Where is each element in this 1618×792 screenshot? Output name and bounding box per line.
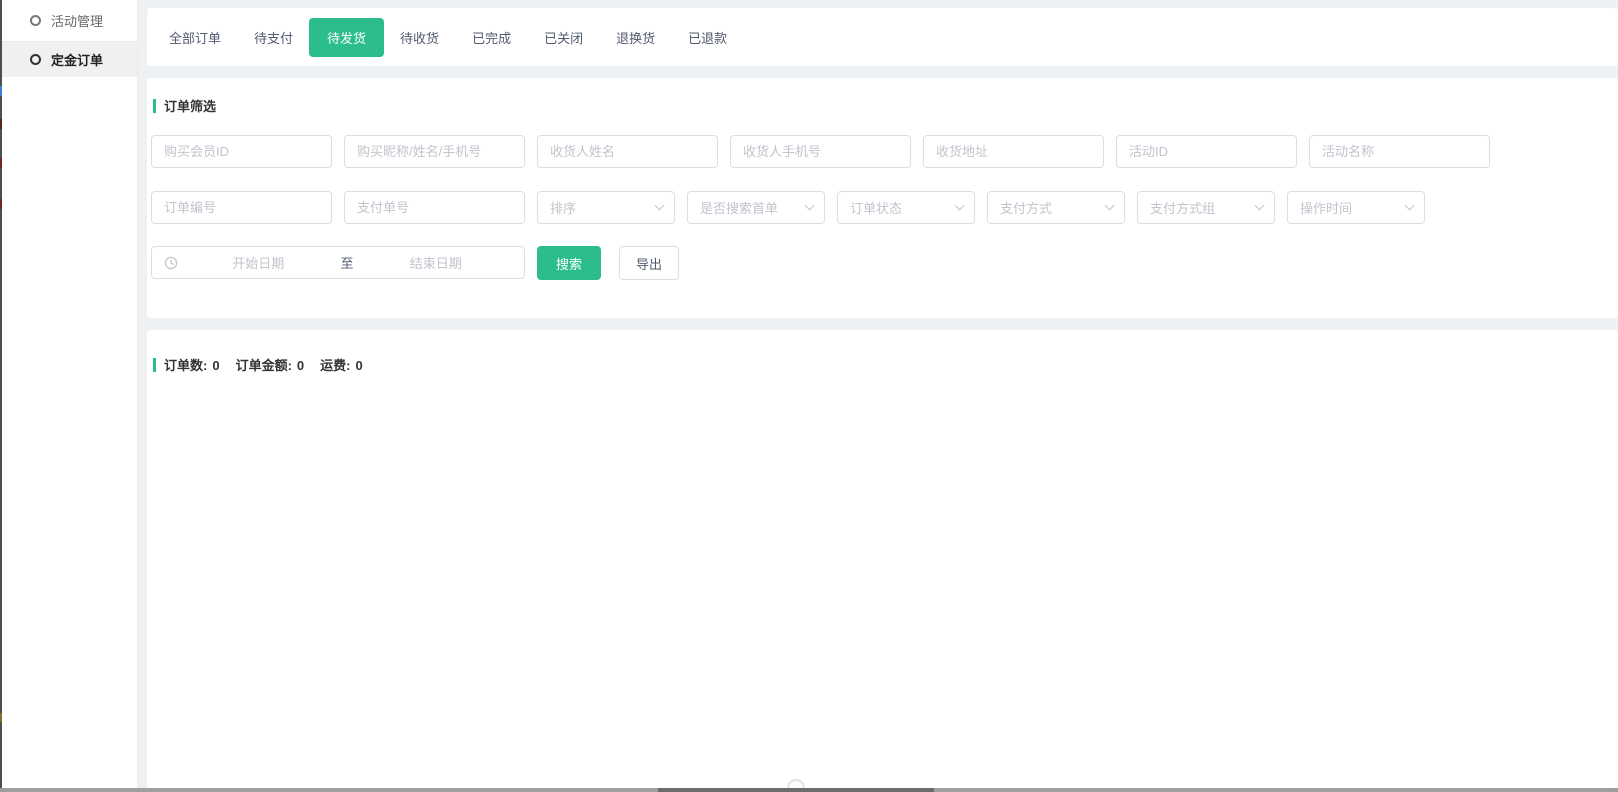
chevron-down-icon: [1255, 201, 1265, 211]
filter-row-1: [151, 135, 1502, 168]
chevron-down-icon: [805, 201, 815, 211]
edge-fragment: [0, 713, 2, 722]
radio-circle-icon: [30, 54, 41, 65]
buyer-member-id-input[interactable]: [151, 135, 332, 168]
main-content: 全部订单 待支付 待发货 待收货 已完成 已关闭 退换货 已退款 订单筛选 排序: [139, 0, 1618, 792]
section-accent-bar: [153, 358, 156, 372]
horizontal-scrollbar-thumb[interactable]: [658, 788, 934, 792]
radio-circle-icon: [30, 15, 41, 26]
activity-id-input[interactable]: [1116, 135, 1297, 168]
order-number-input[interactable]: [151, 191, 332, 224]
chevron-down-icon: [955, 201, 965, 211]
order-count-label: 订单数:: [164, 358, 207, 373]
order-amount-stat: 订单金额: 0: [236, 355, 305, 374]
tab-refunded[interactable]: 已退款: [688, 28, 727, 47]
consignee-name-input[interactable]: [537, 135, 718, 168]
edge-fragment: [0, 86, 2, 96]
select-placeholder: 支付方式: [1000, 198, 1052, 217]
tab-pending-shipment[interactable]: 待发货: [309, 18, 384, 57]
order-count-stat: 订单数: 0: [164, 355, 220, 374]
chevron-down-icon: [1405, 201, 1415, 211]
order-amount-value: 0: [297, 358, 304, 373]
select-placeholder: 订单状态: [850, 198, 902, 217]
consignee-phone-input[interactable]: [730, 135, 911, 168]
select-placeholder: 排序: [550, 198, 576, 217]
end-date-placeholder: 结束日期: [358, 253, 515, 272]
date-range-separator: 至: [337, 253, 358, 272]
sidebar-item-label: 定金订单: [51, 50, 103, 69]
chevron-down-icon: [655, 201, 665, 211]
filter-section-header: 订单筛选: [153, 96, 216, 115]
date-range-picker[interactable]: 开始日期 至 结束日期: [151, 246, 525, 279]
select-placeholder: 是否搜索首单: [700, 198, 778, 217]
left-edge-strip: [0, 0, 2, 792]
sidebar-item-activity-management[interactable]: 活动管理: [2, 0, 137, 42]
filter-row-2: 排序 是否搜索首单 订单状态 支付方式 支付方式组 操作时间: [151, 191, 1437, 224]
payment-method-group-select[interactable]: 支付方式组: [1137, 191, 1275, 224]
start-date-placeholder: 开始日期: [180, 253, 337, 272]
order-amount-label: 订单金额:: [236, 358, 292, 373]
tab-closed[interactable]: 已关闭: [544, 28, 583, 47]
tab-pending-payment[interactable]: 待支付: [254, 28, 293, 47]
edge-fragment: [0, 158, 2, 168]
shipping-fee-value: 0: [356, 358, 363, 373]
operation-time-select[interactable]: 操作时间: [1287, 191, 1425, 224]
edge-fragment: [0, 199, 2, 209]
tab-pending-receipt[interactable]: 待收货: [400, 28, 439, 47]
shipping-address-input[interactable]: [923, 135, 1104, 168]
order-status-tabbar: 全部订单 待支付 待发货 待收货 已完成 已关闭 退换货 已退款: [147, 8, 1618, 66]
payment-method-select[interactable]: 支付方式: [987, 191, 1125, 224]
sidebar-item-deposit-orders[interactable]: 定金订单: [2, 42, 137, 77]
export-button[interactable]: 导出: [619, 246, 679, 280]
tab-all-orders[interactable]: 全部订单: [169, 28, 221, 47]
sidebar: 活动管理 定金订单: [2, 0, 138, 792]
order-status-select[interactable]: 订单状态: [837, 191, 975, 224]
order-results-panel: 订单数: 0 订单金额: 0 运费: 0: [147, 330, 1618, 788]
chevron-down-icon: [1105, 201, 1115, 211]
select-placeholder: 支付方式组: [1150, 198, 1215, 217]
order-count-value: 0: [212, 358, 219, 373]
filter-row-3: 开始日期 至 结束日期 搜索 导出: [151, 246, 679, 280]
payment-number-input[interactable]: [344, 191, 525, 224]
shipping-fee-stat: 运费: 0: [320, 355, 363, 374]
order-filter-panel: 订单筛选 排序 是否搜索首单 订单状态: [147, 78, 1618, 318]
tab-return-exchange[interactable]: 退换货: [616, 28, 655, 47]
edge-fragment: [0, 119, 2, 129]
horizontal-scrollbar[interactable]: [0, 788, 1618, 792]
select-placeholder: 操作时间: [1300, 198, 1352, 217]
first-order-search-select[interactable]: 是否搜索首单: [687, 191, 825, 224]
section-accent-bar: [153, 99, 156, 113]
search-button[interactable]: 搜索: [537, 246, 601, 280]
filter-section-title: 订单筛选: [164, 96, 216, 115]
order-summary-bar: 订单数: 0 订单金额: 0 运费: 0: [153, 355, 379, 374]
buyer-nickname-name-phone-input[interactable]: [344, 135, 525, 168]
tab-completed[interactable]: 已完成: [472, 28, 511, 47]
shipping-fee-label: 运费:: [320, 358, 350, 373]
sidebar-item-label: 活动管理: [51, 11, 103, 30]
sort-select[interactable]: 排序: [537, 191, 675, 224]
activity-name-input[interactable]: [1309, 135, 1490, 168]
clock-icon: [164, 256, 178, 270]
